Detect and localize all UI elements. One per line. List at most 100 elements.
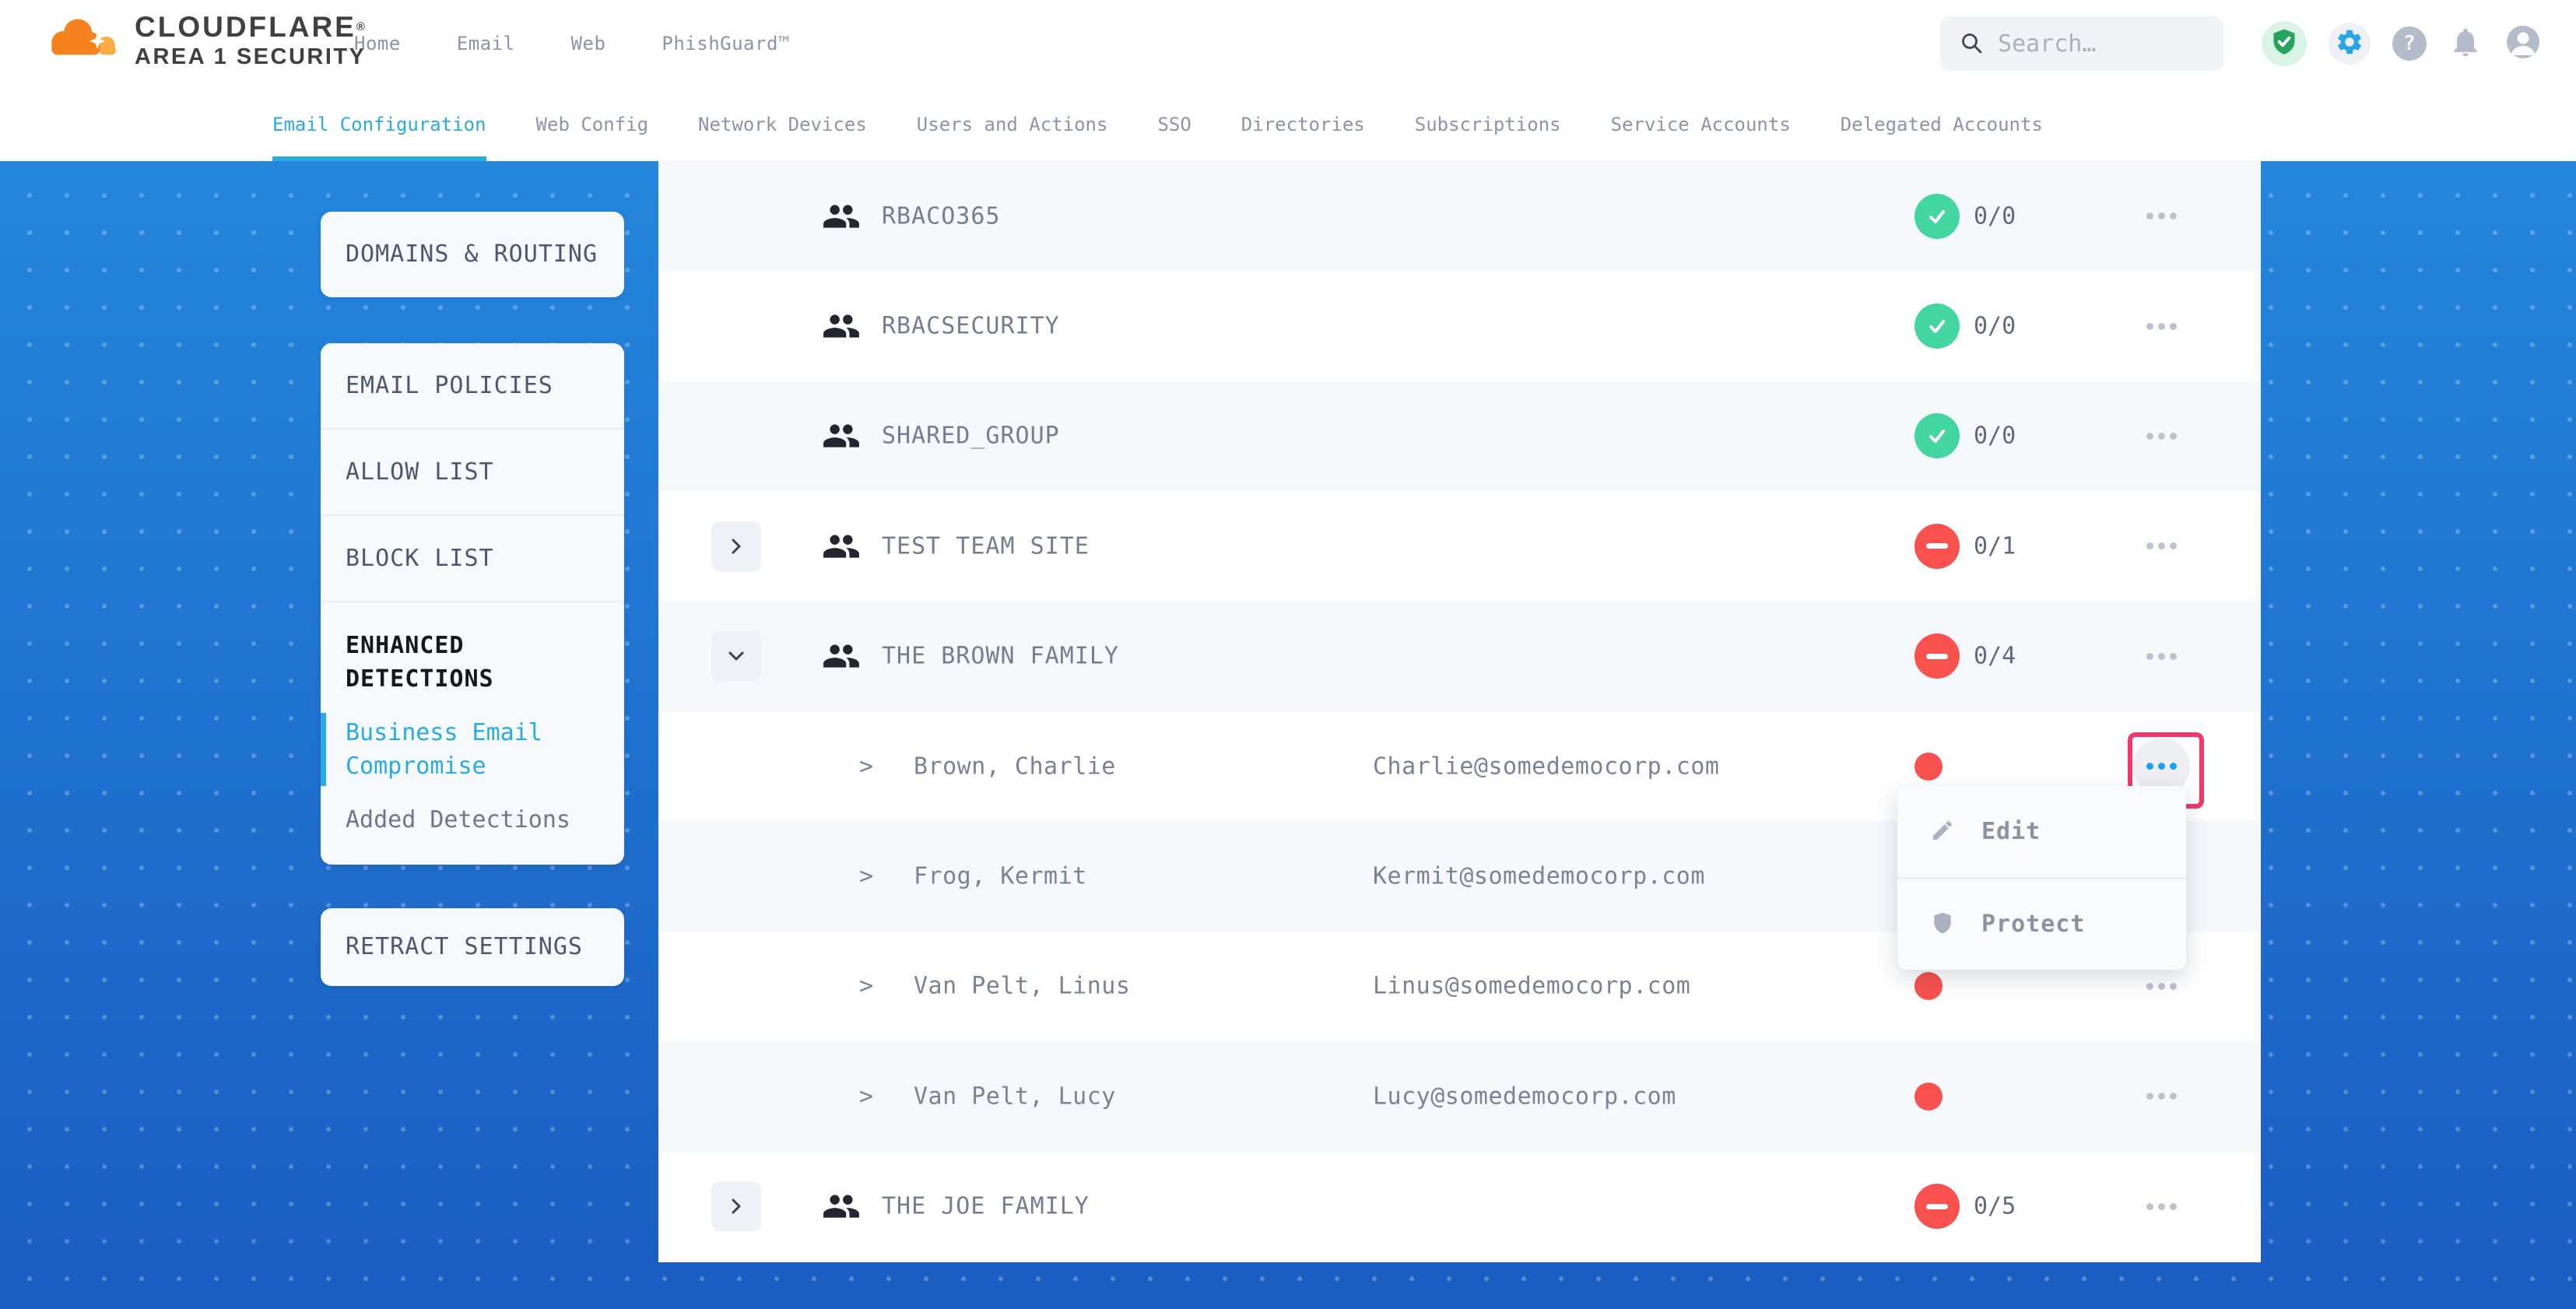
nav-item-web[interactable]: Web — [571, 33, 606, 54]
app-header: CLOUDFLARE® AREA 1 SECURITY Home Email Web… — [0, 0, 2576, 87]
context-menu-item-protect[interactable]: Protect — [1897, 877, 2186, 970]
group-icon — [822, 309, 861, 343]
check-icon — [1925, 205, 1949, 228]
search-icon — [1959, 30, 1985, 57]
table-row-group-rbacsecurity: RBACSECURITY0/0 — [658, 271, 2261, 381]
group-name: TEST TEAM SITE — [882, 532, 1090, 560]
group-icon — [822, 199, 861, 233]
row-actions-ellipsis-button[interactable] — [2132, 627, 2190, 685]
minus-icon — [1926, 543, 1948, 549]
check-icon — [1925, 424, 1949, 447]
expand-group-button[interactable] — [711, 521, 761, 571]
table-row-group-test-team-site: TEST TEAM SITE 0/1 — [658, 491, 2261, 601]
group-icon — [822, 529, 861, 563]
row-actions-ellipsis-button[interactable] — [2132, 297, 2190, 355]
cloudflare-logo: CLOUDFLARE® AREA 1 SECURITY — [43, 12, 367, 69]
gear-icon — [2335, 27, 2364, 60]
group-icon — [822, 419, 861, 453]
chevron-right-icon — [725, 1195, 748, 1218]
group-name: THE BROWN FAMILY — [882, 643, 1119, 670]
row-actions-ellipsis-button[interactable] — [2132, 1177, 2190, 1235]
protected-count: 0/1 — [1974, 532, 2016, 560]
sidebar-item-business-email-compromise[interactable]: Business Email Compromise — [346, 716, 599, 783]
header-icon-group: ? — [2262, 0, 2542, 87]
secondary-nav: Email Configuration Web Config Network Dev… — [0, 87, 2576, 161]
sidebar-card-retract-settings[interactable]: RETRACT SETTINGS — [321, 908, 624, 986]
help-button[interactable]: ? — [2392, 26, 2427, 61]
brand-subtitle: AREA 1 SECURITY — [135, 44, 367, 69]
user-name: Van Pelt, Linus — [914, 973, 1130, 1000]
tab-network-devices[interactable]: Network Devices — [698, 87, 867, 161]
shield-icon — [1930, 911, 1955, 939]
security-status-button[interactable] — [2262, 21, 2307, 66]
user-name: Brown, Charlie — [914, 753, 1116, 780]
enhanced-detections-title: ENHANCED DETECTIONS — [346, 629, 599, 696]
group-name: SHARED_GROUP — [882, 423, 1060, 450]
status-alert-dot — [1914, 1083, 1943, 1111]
tab-web-config[interactable]: Web Config — [536, 87, 649, 161]
row-context-menu: Edit Protect — [1897, 786, 2186, 970]
sidebar-item-retract-settings: RETRACT SETTINGS — [321, 933, 583, 960]
protected-count: 0/5 — [1974, 1193, 2016, 1220]
ellipsis-icon — [2146, 1093, 2177, 1100]
chevron-right-icon — [725, 535, 748, 558]
sidebar-item-allow-list[interactable]: ALLOW LIST — [321, 430, 624, 516]
nav-item-phishguard[interactable]: PhishGuard™ — [662, 33, 789, 54]
tab-subscriptions[interactable]: Subscriptions — [1415, 87, 1561, 161]
user-email: Kermit@somedemocorp.com — [1373, 863, 1705, 890]
context-menu-item-edit[interactable]: Edit — [1897, 786, 2186, 877]
check-icon — [1925, 314, 1949, 338]
status-alert-badge — [1914, 633, 1960, 679]
user-row-chevron: > — [859, 1083, 873, 1110]
user-email: Lucy@somedemocorp.com — [1373, 1083, 1676, 1110]
user-name: Van Pelt, Lucy — [914, 1083, 1116, 1110]
account-button[interactable] — [2504, 23, 2542, 64]
protected-count: 0/4 — [1974, 643, 2016, 670]
row-actions-ellipsis-button[interactable] — [2132, 407, 2190, 465]
context-menu-edit-label: Edit — [1981, 818, 2041, 845]
pencil-icon — [1930, 818, 1955, 846]
settings-button[interactable] — [2329, 23, 2371, 65]
row-actions-ellipsis-button[interactable] — [2132, 1068, 2190, 1125]
tab-directories[interactable]: Directories — [1241, 87, 1365, 161]
user-row-chevron: > — [859, 753, 873, 780]
user-row-chevron: > — [859, 973, 873, 1000]
row-actions-ellipsis-button[interactable] — [2132, 518, 2190, 575]
minus-icon — [1926, 654, 1948, 659]
status-ok-badge — [1914, 413, 1960, 458]
status-alert-dot — [1914, 972, 1943, 1000]
row-actions-ellipsis-button[interactable] — [2132, 188, 2190, 245]
collapse-group-button[interactable] — [711, 631, 761, 681]
search-input[interactable] — [1996, 30, 2202, 58]
tab-sso[interactable]: SSO — [1157, 87, 1191, 161]
table-row-group-rbaco365: RBACO3650/0 — [658, 161, 2261, 271]
protected-count: 0/0 — [1974, 313, 2016, 340]
ellipsis-icon — [2146, 653, 2177, 660]
sidebar-item-block-list[interactable]: BLOCK LIST — [321, 516, 624, 602]
tab-service-accounts[interactable]: Service Accounts — [1611, 87, 1791, 161]
ellipsis-icon — [2146, 323, 2177, 330]
sidebar-card-email-policies: EMAIL POLICIES ALLOW LIST BLOCK LIST ENH… — [321, 343, 624, 865]
sidebar-card-domains-routing[interactable]: DOMAINS & ROUTING — [321, 212, 624, 297]
tab-users-and-actions[interactable]: Users and Actions — [917, 87, 1108, 161]
notifications-button[interactable] — [2448, 25, 2483, 62]
tab-delegated-accounts[interactable]: Delegated Accounts — [1841, 87, 2043, 161]
group-icon — [822, 1189, 861, 1223]
status-ok-badge — [1914, 304, 1960, 349]
table-row-user-van-pelt-lucy: > Van Pelt, Lucy Lucy@somedemocorp.com — [658, 1041, 2261, 1151]
user-email: Charlie@somedemocorp.com — [1373, 753, 1719, 780]
expand-group-button[interactable] — [711, 1181, 761, 1231]
sidebar-item-domains-routing: DOMAINS & ROUTING — [321, 240, 598, 268]
nav-item-email[interactable]: Email — [457, 33, 515, 54]
tab-email-configuration[interactable]: Email Configuration — [272, 87, 486, 161]
context-menu-protect-label: Protect — [1981, 911, 2085, 938]
user-row-chevron: > — [859, 863, 873, 890]
protected-count: 0/0 — [1974, 423, 2016, 450]
sidebar-section-enhanced-detections: ENHANCED DETECTIONS Business Email Compr… — [321, 602, 624, 865]
sidebar-item-email-policies[interactable]: EMAIL POLICIES — [321, 343, 624, 430]
table-row-group-the-brown-family: THE BROWN FAMILY 0/4 — [658, 602, 2261, 711]
tab-list: Email Configuration Web Config Network Dev… — [272, 87, 2043, 161]
nav-item-home[interactable]: Home — [354, 33, 401, 54]
shield-check-icon — [2270, 28, 2298, 59]
sidebar-item-added-detections[interactable]: Added Detections — [346, 803, 599, 837]
